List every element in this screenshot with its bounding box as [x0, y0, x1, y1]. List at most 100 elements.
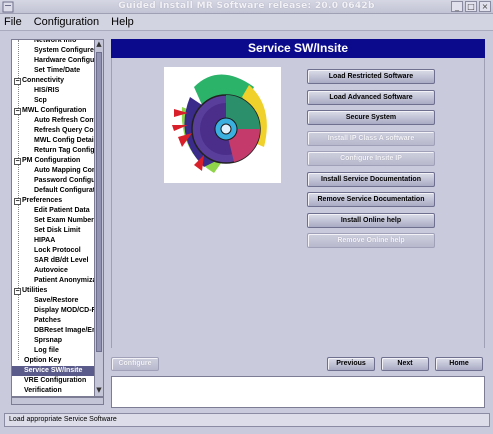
service-software-logo — [164, 67, 281, 183]
tree-vertical-scrollbar[interactable]: ▲ ▼ — [94, 39, 104, 397]
install-ip-class-a-software-button[interactable]: Install IP Class A software — [307, 131, 435, 146]
configure-insite-ip-button[interactable]: Configure Insite IP — [307, 151, 435, 166]
tree-item[interactable]: Return Tag Configure — [12, 146, 103, 156]
collapse-icon[interactable]: − — [14, 78, 21, 85]
tree-item-label: Utilities — [22, 287, 48, 294]
tree-item-label: Sprsnap — [34, 337, 63, 344]
tree-item-label: Option Key — [24, 357, 62, 364]
navigation-tree: Network Info System Configure Hardware Con… — [11, 39, 104, 397]
tree-item[interactable]: Auto Mapping Config — [12, 166, 103, 176]
tree-item[interactable]: Edit Patient Data — [12, 206, 90, 216]
tree-item-label: Verification — [24, 387, 62, 394]
tree-item-label: MWL Configuration — [22, 107, 87, 114]
tree-item-label: Edit Patient Data — [34, 207, 90, 214]
tree-item-label: Autovoice — [34, 267, 68, 274]
tree-item[interactable]: Refresh Query Config — [12, 126, 103, 136]
load-advanced-software-button[interactable]: Load Advanced Software — [307, 90, 435, 105]
window-titlebar: Guided Install MR Software release: 20.0… — [0, 0, 493, 14]
collapse-icon[interactable]: − — [14, 158, 21, 165]
tree-item-label: Save/Restore — [34, 297, 79, 304]
tree-item[interactable]: − PM Configuration — [12, 156, 80, 166]
message-area — [111, 376, 485, 408]
tree-item[interactable]: Service SW/Insite — [12, 366, 94, 376]
tree-item-label: Connectivity — [22, 77, 65, 84]
scroll-up-arrow-icon[interactable]: ▲ — [95, 40, 103, 50]
home-button[interactable]: Home — [435, 357, 483, 371]
tree-item[interactable]: Auto Refresh Config — [12, 116, 102, 126]
remove-service-documentation-button[interactable]: Remove Service Documentation — [307, 192, 435, 207]
tree-item-label: Scp — [34, 97, 47, 104]
next-button[interactable]: Next — [381, 357, 429, 371]
status-bar: Load appropriate Service Software — [4, 413, 490, 427]
tree-item-label: Auto Refresh Config — [34, 117, 103, 124]
tree-item[interactable]: Sprsnap — [12, 336, 62, 346]
tree-item-label: Patches — [34, 317, 61, 324]
tree-item[interactable]: Patient Anonymization — [12, 276, 103, 286]
tree-item[interactable]: Password Configure — [12, 176, 102, 186]
tree-item-label: SAR dB/dt Level — [34, 257, 89, 264]
tree-item[interactable]: System Configure — [12, 46, 94, 56]
tree-item[interactable]: − Preferences — [12, 196, 62, 206]
tree-item[interactable]: Verification — [12, 386, 62, 396]
tree-item[interactable]: DBReset Image/Error — [12, 326, 103, 336]
collapse-icon[interactable]: − — [14, 198, 21, 205]
tree-item[interactable]: HIS/RIS — [12, 86, 59, 96]
tree-item[interactable]: Display MOD/CD-ROM — [12, 306, 103, 316]
tree-item[interactable]: Hardware Configure — [12, 56, 101, 66]
secure-system-button[interactable]: Secure System — [307, 110, 435, 125]
tree-item[interactable]: − Connectivity — [12, 76, 64, 86]
tree-item-label: Set Time/Date — [34, 67, 81, 74]
tree-item[interactable]: Patches — [12, 316, 61, 326]
tree-item-label: Log file — [34, 347, 59, 354]
previous-button[interactable]: Previous — [327, 357, 375, 371]
scroll-down-arrow-icon[interactable]: ▼ — [95, 386, 103, 396]
install-service-documentation-button[interactable]: Install Service Documentation — [307, 172, 435, 187]
remove-online-help-button[interactable]: Remove Online help — [307, 233, 435, 248]
tree-item[interactable]: Lock Protocol — [12, 246, 81, 256]
tree-item[interactable]: Save/Restore — [12, 296, 78, 306]
configure-button[interactable]: Configure — [111, 357, 159, 371]
install-online-help-button[interactable]: Install Online help — [307, 213, 435, 228]
tree-item-label: MWL Config Details — [34, 137, 100, 144]
scrollbar-thumb[interactable] — [96, 52, 102, 352]
minimize-button[interactable]: _ — [451, 1, 463, 12]
tree-item[interactable]: HIPAA — [12, 236, 55, 246]
menu-file[interactable]: File — [4, 16, 22, 28]
collapse-icon[interactable]: − — [14, 108, 21, 115]
tree-item[interactable]: Set Exam Number — [12, 216, 94, 226]
tree-item-label: Set Exam Number — [34, 217, 94, 224]
tree-item[interactable]: MWL Config Details — [12, 136, 100, 146]
tree-item-label: HIPAA — [34, 237, 56, 244]
tree-item[interactable]: − Utilities — [12, 286, 47, 296]
tree-item[interactable]: − MWL Configuration — [12, 106, 86, 116]
tree-horizontal-scrollbar[interactable] — [11, 397, 104, 405]
maximize-button[interactable]: □ — [465, 1, 477, 12]
tree-item[interactable]: Log file — [12, 346, 59, 356]
menu-configuration[interactable]: Configuration — [34, 16, 99, 28]
tree-item-label: Preferences — [22, 197, 63, 204]
menu-help[interactable]: Help — [111, 16, 134, 28]
tree-item[interactable]: Set Time/Date — [12, 66, 80, 76]
tree-item[interactable]: Network Info — [12, 40, 76, 46]
tree-item-label: Password Configure — [34, 177, 103, 184]
panel-title: Service SW/Insite — [111, 39, 485, 58]
window-title: Guided Install MR Software release: 20.0… — [118, 1, 375, 11]
tree-item-label: Service SW/Insite — [24, 367, 83, 374]
tree-item[interactable]: VRE Configuration — [12, 376, 86, 386]
tree-item[interactable]: Autovoice — [12, 266, 68, 276]
tree-item-label: Hardware Configure — [34, 57, 101, 64]
tree-item-label: System Configure — [34, 47, 94, 54]
menu-bar: File Configuration Help — [0, 14, 493, 31]
tree-item-label: VRE Configuration — [24, 377, 87, 384]
tree-item[interactable]: Default Configuration — [12, 186, 103, 196]
collapse-icon[interactable]: − — [14, 288, 21, 295]
tree-item-label: Lock Protocol — [34, 247, 81, 254]
tree-item[interactable]: Set Disk Limit — [12, 226, 80, 236]
tree-item[interactable]: Option Key — [12, 356, 61, 366]
tree-item[interactable]: SAR dB/dt Level — [12, 256, 88, 266]
tree-item-label: Set Disk Limit — [34, 227, 81, 234]
load-restricted-software-button[interactable]: Load Restricted Software — [307, 69, 435, 84]
tree-item-label: PM Configuration — [22, 157, 81, 164]
tree-item[interactable]: Scp — [12, 96, 47, 106]
close-button[interactable]: × — [479, 1, 491, 12]
